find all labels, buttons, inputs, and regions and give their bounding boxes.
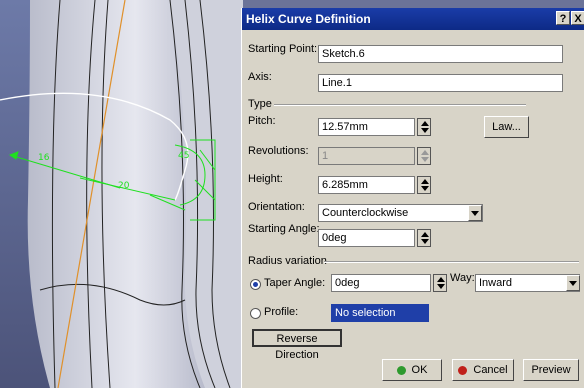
revolutions-label: Revolutions: xyxy=(248,145,309,157)
profile-label: Profile: xyxy=(264,306,299,318)
taper-angle-radio[interactable] xyxy=(250,279,261,290)
reverse-direction-button[interactable]: Reverse Direction xyxy=(252,329,342,361)
taper-angle-label: Taper Angle: xyxy=(264,277,326,289)
cancel-button[interactable]: Cancel xyxy=(452,359,514,381)
taper-angle-field[interactable]: 0deg xyxy=(331,274,431,292)
starting-angle-label: Starting Angle: xyxy=(248,223,320,235)
chevron-down-icon[interactable] xyxy=(566,275,580,291)
dialog-titlebar[interactable]: Helix Curve Definition xyxy=(242,8,584,30)
axis-field[interactable]: Line.1 xyxy=(318,74,563,92)
helix-curve-dialog: Helix Curve Definition ? X Starting Poin… xyxy=(241,8,584,388)
radius-variation-label: Radius variation xyxy=(248,255,327,267)
height-label: Height: xyxy=(248,173,283,185)
3d-model-view: 16 20 45 xyxy=(0,0,243,388)
dialog-title: Helix Curve Definition xyxy=(246,12,371,26)
dim-label-45: 45 xyxy=(178,151,189,161)
radius-group-divider xyxy=(324,261,579,263)
pitch-spinner[interactable] xyxy=(417,118,431,136)
preview-button[interactable]: Preview xyxy=(523,359,579,381)
starting-angle-field[interactable]: 0deg xyxy=(318,229,415,247)
dim-label-16: 16 xyxy=(38,153,50,163)
ok-button[interactable]: OK xyxy=(382,359,442,381)
chevron-down-icon[interactable] xyxy=(468,205,482,221)
cancel-icon xyxy=(458,365,468,375)
pitch-label: Pitch: xyxy=(248,115,276,127)
type-group-label: Type xyxy=(248,98,272,110)
help-button[interactable]: ? xyxy=(556,11,570,25)
way-label: Way: xyxy=(450,272,475,284)
dim-label-20: 20 xyxy=(118,181,130,191)
way-select[interactable]: Inward xyxy=(475,274,580,292)
height-spinner[interactable] xyxy=(417,176,431,194)
starting-point-field[interactable]: Sketch.6 xyxy=(318,45,563,63)
ok-label: OK xyxy=(411,364,428,376)
taper-angle-spinner[interactable] xyxy=(433,274,447,292)
profile-selection-field[interactable]: No selection xyxy=(331,304,429,322)
orientation-label: Orientation: xyxy=(248,201,305,213)
revolutions-field[interactable]: 1 xyxy=(318,147,415,165)
profile-radio[interactable] xyxy=(250,308,261,319)
axis-label: Axis: xyxy=(248,71,272,83)
3d-viewport[interactable]: 16 20 45 xyxy=(0,0,243,388)
ok-icon xyxy=(396,365,406,375)
cancel-label: Cancel xyxy=(473,364,508,376)
starting-point-label: Starting Point: xyxy=(248,43,318,55)
starting-angle-spinner[interactable] xyxy=(417,229,431,247)
revolutions-spinner[interactable] xyxy=(417,147,431,165)
law-button[interactable]: Law... xyxy=(484,116,529,138)
type-group-divider xyxy=(274,104,526,106)
height-field[interactable]: 6.285mm xyxy=(318,176,415,194)
pitch-field[interactable]: 12.57mm xyxy=(318,118,415,136)
close-button[interactable]: X xyxy=(571,11,584,25)
orientation-select[interactable]: Counterclockwise xyxy=(318,204,483,222)
